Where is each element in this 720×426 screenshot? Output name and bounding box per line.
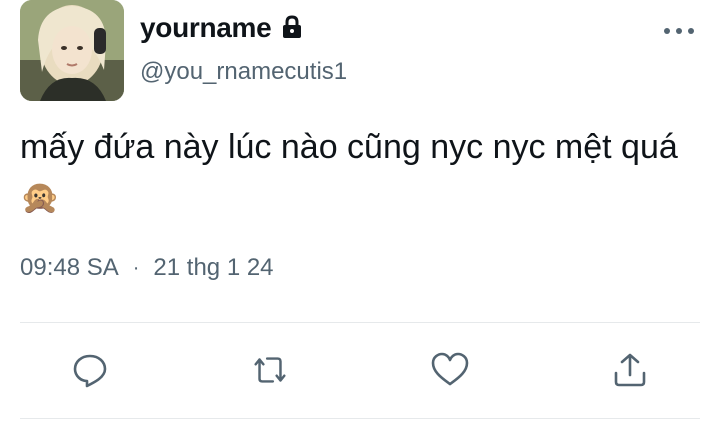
- divider-top: [20, 322, 700, 323]
- action-bar: [0, 346, 720, 394]
- tweet-time[interactable]: 09:48 SA: [20, 254, 119, 282]
- share-button[interactable]: [610, 350, 650, 390]
- meta-separator: ·: [132, 256, 140, 279]
- tweet-date[interactable]: 21 thg 1 24: [153, 254, 273, 282]
- avatar[interactable]: [20, 0, 124, 101]
- tweet-text-content: mấy đứa này lúc nào cũng nyc nyc mệt quá: [20, 128, 678, 166]
- divider-bottom: [20, 418, 700, 419]
- display-name-row: yourname: [140, 10, 305, 46]
- user-handle[interactable]: @you_rnamecutis1: [140, 58, 347, 86]
- like-icon: [431, 352, 469, 386]
- reply-icon: [73, 354, 107, 388]
- retweet-icon: [254, 357, 286, 383]
- like-button[interactable]: [430, 350, 470, 390]
- monkey-emoji: 🙊: [20, 179, 60, 215]
- tweet-meta: 09:48 SA · 21 thg 1 24: [20, 254, 274, 282]
- display-name[interactable]: yourname: [140, 12, 272, 44]
- tweet-card: yourname @you_rnamecutis1 mấy đứa này lú…: [0, 0, 720, 426]
- share-icon: [614, 353, 646, 387]
- more-options-icon[interactable]: [664, 24, 694, 38]
- retweet-button[interactable]: [250, 350, 290, 390]
- reply-button[interactable]: [70, 350, 110, 390]
- tweet-text: mấy đứa này lúc nào cũng nyc nyc mệt quá…: [20, 122, 700, 222]
- lock-icon: [279, 14, 305, 40]
- avatar-image: [20, 0, 124, 101]
